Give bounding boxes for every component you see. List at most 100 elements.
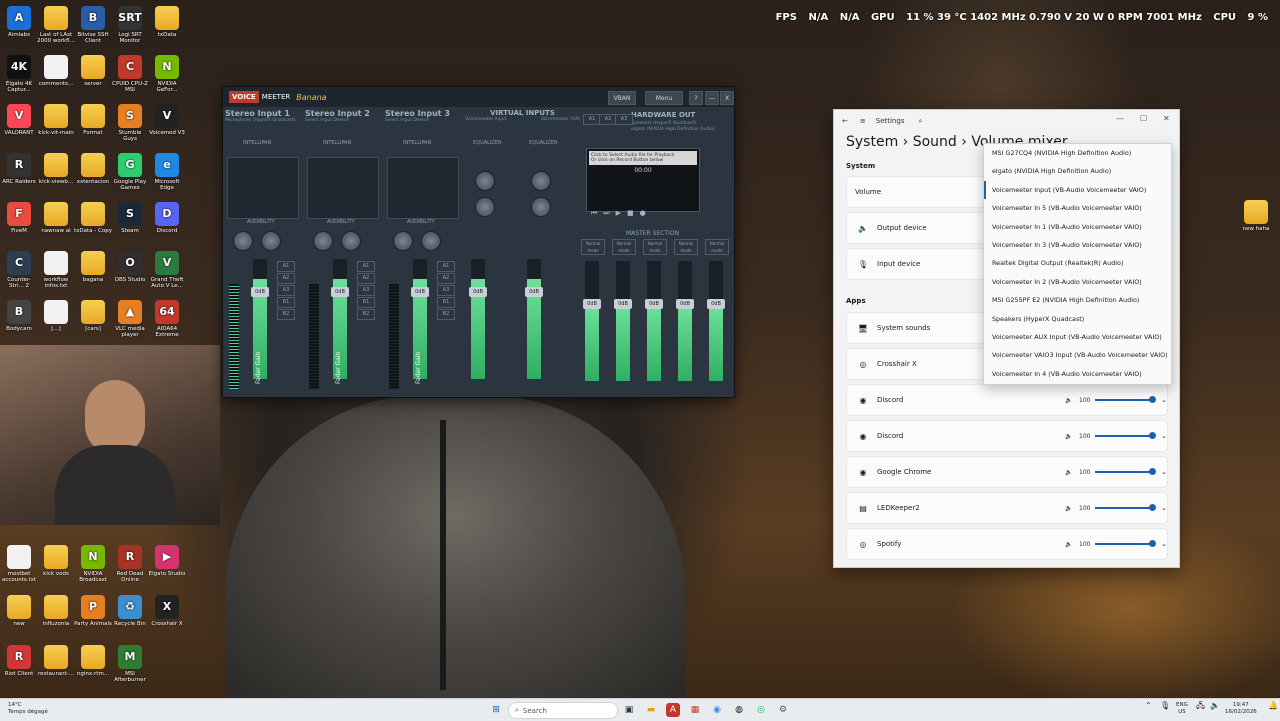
app-volume-row[interactable]: ▤ LEDKeeper2 🔈 100 ⌄ xyxy=(846,492,1168,524)
volume-slider-track[interactable] xyxy=(1095,471,1155,473)
bus-a2-toggle[interactable]: A2 xyxy=(277,273,295,284)
bus-a3-toggle[interactable]: A3 xyxy=(437,285,455,296)
bass-knob-1[interactable] xyxy=(475,197,495,217)
normal-mode-button[interactable]: Normal mode xyxy=(674,239,698,255)
normal-mode-button[interactable]: Normal mode xyxy=(612,239,636,255)
desktop-icon[interactable]: Format xyxy=(74,104,112,136)
close-icon[interactable]: ✕ xyxy=(1163,114,1170,123)
strip-name[interactable]: Stereo Input 3 xyxy=(385,109,465,118)
gate-knob[interactable] xyxy=(341,231,361,251)
desktop-icon[interactable]: F FiveM xyxy=(0,202,38,234)
help-button[interactable]: ? xyxy=(689,91,703,105)
rewind-icon[interactable]: ⏮ xyxy=(591,209,597,218)
back-arrow-icon[interactable]: ← xyxy=(842,117,848,125)
desktop-icon[interactable]: A Aimlabs xyxy=(0,6,38,38)
task-view-icon[interactable]: ▣ xyxy=(622,703,636,717)
app-volume-row[interactable]: ◉ Discord 🔈 100 ⌄ xyxy=(846,384,1168,416)
bus-a3-button[interactable]: A3 xyxy=(615,114,633,125)
desktop-icon[interactable]: D Discord xyxy=(148,202,186,234)
desktop-icon[interactable]: 64 AIDA64 Extreme xyxy=(148,300,186,338)
weather-widget[interactable]: 14°C Temps dégagé xyxy=(8,702,48,716)
virtual-input-1-fader[interactable]: 0dB xyxy=(469,259,487,379)
desktop-icon[interactable]: G Google Play Games xyxy=(111,153,149,191)
bus-a2-toggle[interactable]: A2 xyxy=(437,273,455,284)
dropdown-option[interactable]: Voicemeeter VAIO3 Input (VB-Audio Voicem… xyxy=(984,346,1171,364)
volume-speaker-icon[interactable]: 🔈 xyxy=(1065,541,1072,548)
volume-speaker-icon[interactable]: 🔈 xyxy=(1065,433,1072,440)
dropdown-option[interactable]: Voicemeeter In 5 (VB-Audio Voicemeeter V… xyxy=(984,199,1171,217)
desktop-icon[interactable]: e Microsoft Edge xyxy=(148,153,186,191)
normal-mode-button[interactable]: Normal mode xyxy=(643,239,667,255)
dropdown-option[interactable]: Realtek Digital Output (Realtek(R) Audio… xyxy=(984,254,1171,272)
desktop-icon[interactable]: [...] xyxy=(37,300,75,332)
minimize-icon[interactable]: — xyxy=(1116,114,1124,123)
master-fader[interactable]: 0dB xyxy=(676,261,694,381)
vban-button[interactable]: VBAN xyxy=(608,91,636,105)
app-volume-row[interactable]: ◉ Discord 🔈 100 ⌄ xyxy=(846,420,1168,452)
volume-slider-thumb[interactable] xyxy=(1149,540,1156,547)
desktop-icon[interactable]: C CPUID CPU-Z MSI xyxy=(111,55,149,93)
virtual-input-2-fader[interactable]: 0dB xyxy=(525,259,543,379)
volume-slider-thumb[interactable] xyxy=(1149,468,1156,475)
volume-speaker-icon[interactable]: 🔈 xyxy=(1065,397,1072,404)
obs-icon[interactable]: ◍ xyxy=(732,703,746,717)
minimize-button[interactable]: — xyxy=(705,91,719,105)
desktop-icon[interactable]: kick vods xyxy=(37,545,75,577)
desktop-icon[interactable]: S Stumble Guys xyxy=(111,104,149,142)
master-fader[interactable]: 0dB xyxy=(583,261,601,381)
desktop-icon[interactable]: B Bitvise SSH Client xyxy=(74,6,112,44)
comp-knob[interactable] xyxy=(233,231,253,251)
desktop-icon[interactable]: X Crosshair X xyxy=(148,595,186,627)
comp-knob[interactable] xyxy=(313,231,333,251)
master-fader[interactable]: 0dB xyxy=(614,261,632,381)
desktop-icon[interactable]: N NVIDIA Broadcast xyxy=(74,545,112,583)
comp-knob[interactable] xyxy=(393,231,413,251)
desktop-icon[interactable]: 4K Elgato 4K Captur... xyxy=(0,55,38,93)
desktop-icon[interactable]: mostbet accounts.txt xyxy=(0,545,38,583)
volume-icon[interactable]: 🔈 xyxy=(1210,702,1220,710)
maximize-icon[interactable]: ☐ xyxy=(1140,114,1147,123)
desktop-icon[interactable]: txData xyxy=(148,6,186,38)
app-a-icon[interactable]: A xyxy=(666,703,680,717)
bus-a1-toggle[interactable]: A1 xyxy=(357,261,375,272)
record-icon[interactable]: ● xyxy=(640,209,646,218)
breadcrumb-sound[interactable]: Sound xyxy=(913,134,957,150)
desktop-icon[interactable]: new xyxy=(0,595,38,627)
master-fader[interactable]: 0dB xyxy=(707,261,725,381)
desktop-icon[interactable]: [cars] xyxy=(74,300,112,332)
notifications-icon[interactable]: 🔔 xyxy=(1268,702,1278,710)
desktop-icon[interactable]: workflow infos.txt xyxy=(37,251,75,289)
desktop-icon[interactable]: ▲ VLC media player xyxy=(111,300,149,338)
desktop-icon[interactable]: server xyxy=(74,55,112,87)
desktop-icon[interactable]: N NVIDIA GeFor... xyxy=(148,55,186,93)
bus-b2-toggle[interactable]: B2 xyxy=(277,309,295,320)
desktop-icon[interactable]: O OBS Studio xyxy=(111,251,149,283)
desktop-icon[interactable]: P Party Animals xyxy=(74,595,112,627)
bus-b1-toggle[interactable]: B1 xyxy=(357,297,375,308)
desktop-icon[interactable]: comments... xyxy=(37,55,75,87)
volume-slider-track[interactable] xyxy=(1095,507,1155,509)
intellipan-pad[interactable] xyxy=(307,157,379,219)
close-button[interactable]: X xyxy=(720,91,734,105)
volume-speaker-icon[interactable]: 🔈 xyxy=(1065,469,1072,476)
volume-slider-thumb[interactable] xyxy=(1149,432,1156,439)
bus-b1-toggle[interactable]: B1 xyxy=(277,297,295,308)
master-fader[interactable]: 0dB xyxy=(645,261,663,381)
desktop-icon[interactable]: V VALORANT xyxy=(0,104,38,136)
settings-gear-icon[interactable]: ⚙ xyxy=(776,703,790,717)
desktop-icon[interactable]: xxtentacion xyxy=(74,153,112,185)
desktop-icon[interactable]: txData - Copy xyxy=(74,202,112,234)
strip-device[interactable]: Select Input Device xyxy=(385,118,465,123)
desktop-icon[interactable]: kick-vit-main xyxy=(37,104,75,136)
dropdown-option[interactable]: Voicemeeter In 2 (VB-Audio Voicemeeter V… xyxy=(984,273,1171,291)
clock[interactable]: 19:47 16/02/2026 xyxy=(1225,702,1257,716)
desktop-icon[interactable]: V Voicemod V3 xyxy=(148,104,186,136)
bus-b2-toggle[interactable]: B2 xyxy=(437,309,455,320)
desktop-icon[interactable]: R Riot Client xyxy=(0,645,38,677)
normal-mode-button[interactable]: Normal mode xyxy=(705,239,729,255)
bass-knob-2[interactable] xyxy=(531,197,551,217)
dropdown-option[interactable]: Voicemeeter In 4 (VB-Audio Voicemeeter V… xyxy=(984,365,1171,383)
chevron-down-icon[interactable]: ⌄ xyxy=(1161,540,1167,548)
intellipan-pad[interactable] xyxy=(227,157,299,219)
gate-knob[interactable] xyxy=(261,231,281,251)
